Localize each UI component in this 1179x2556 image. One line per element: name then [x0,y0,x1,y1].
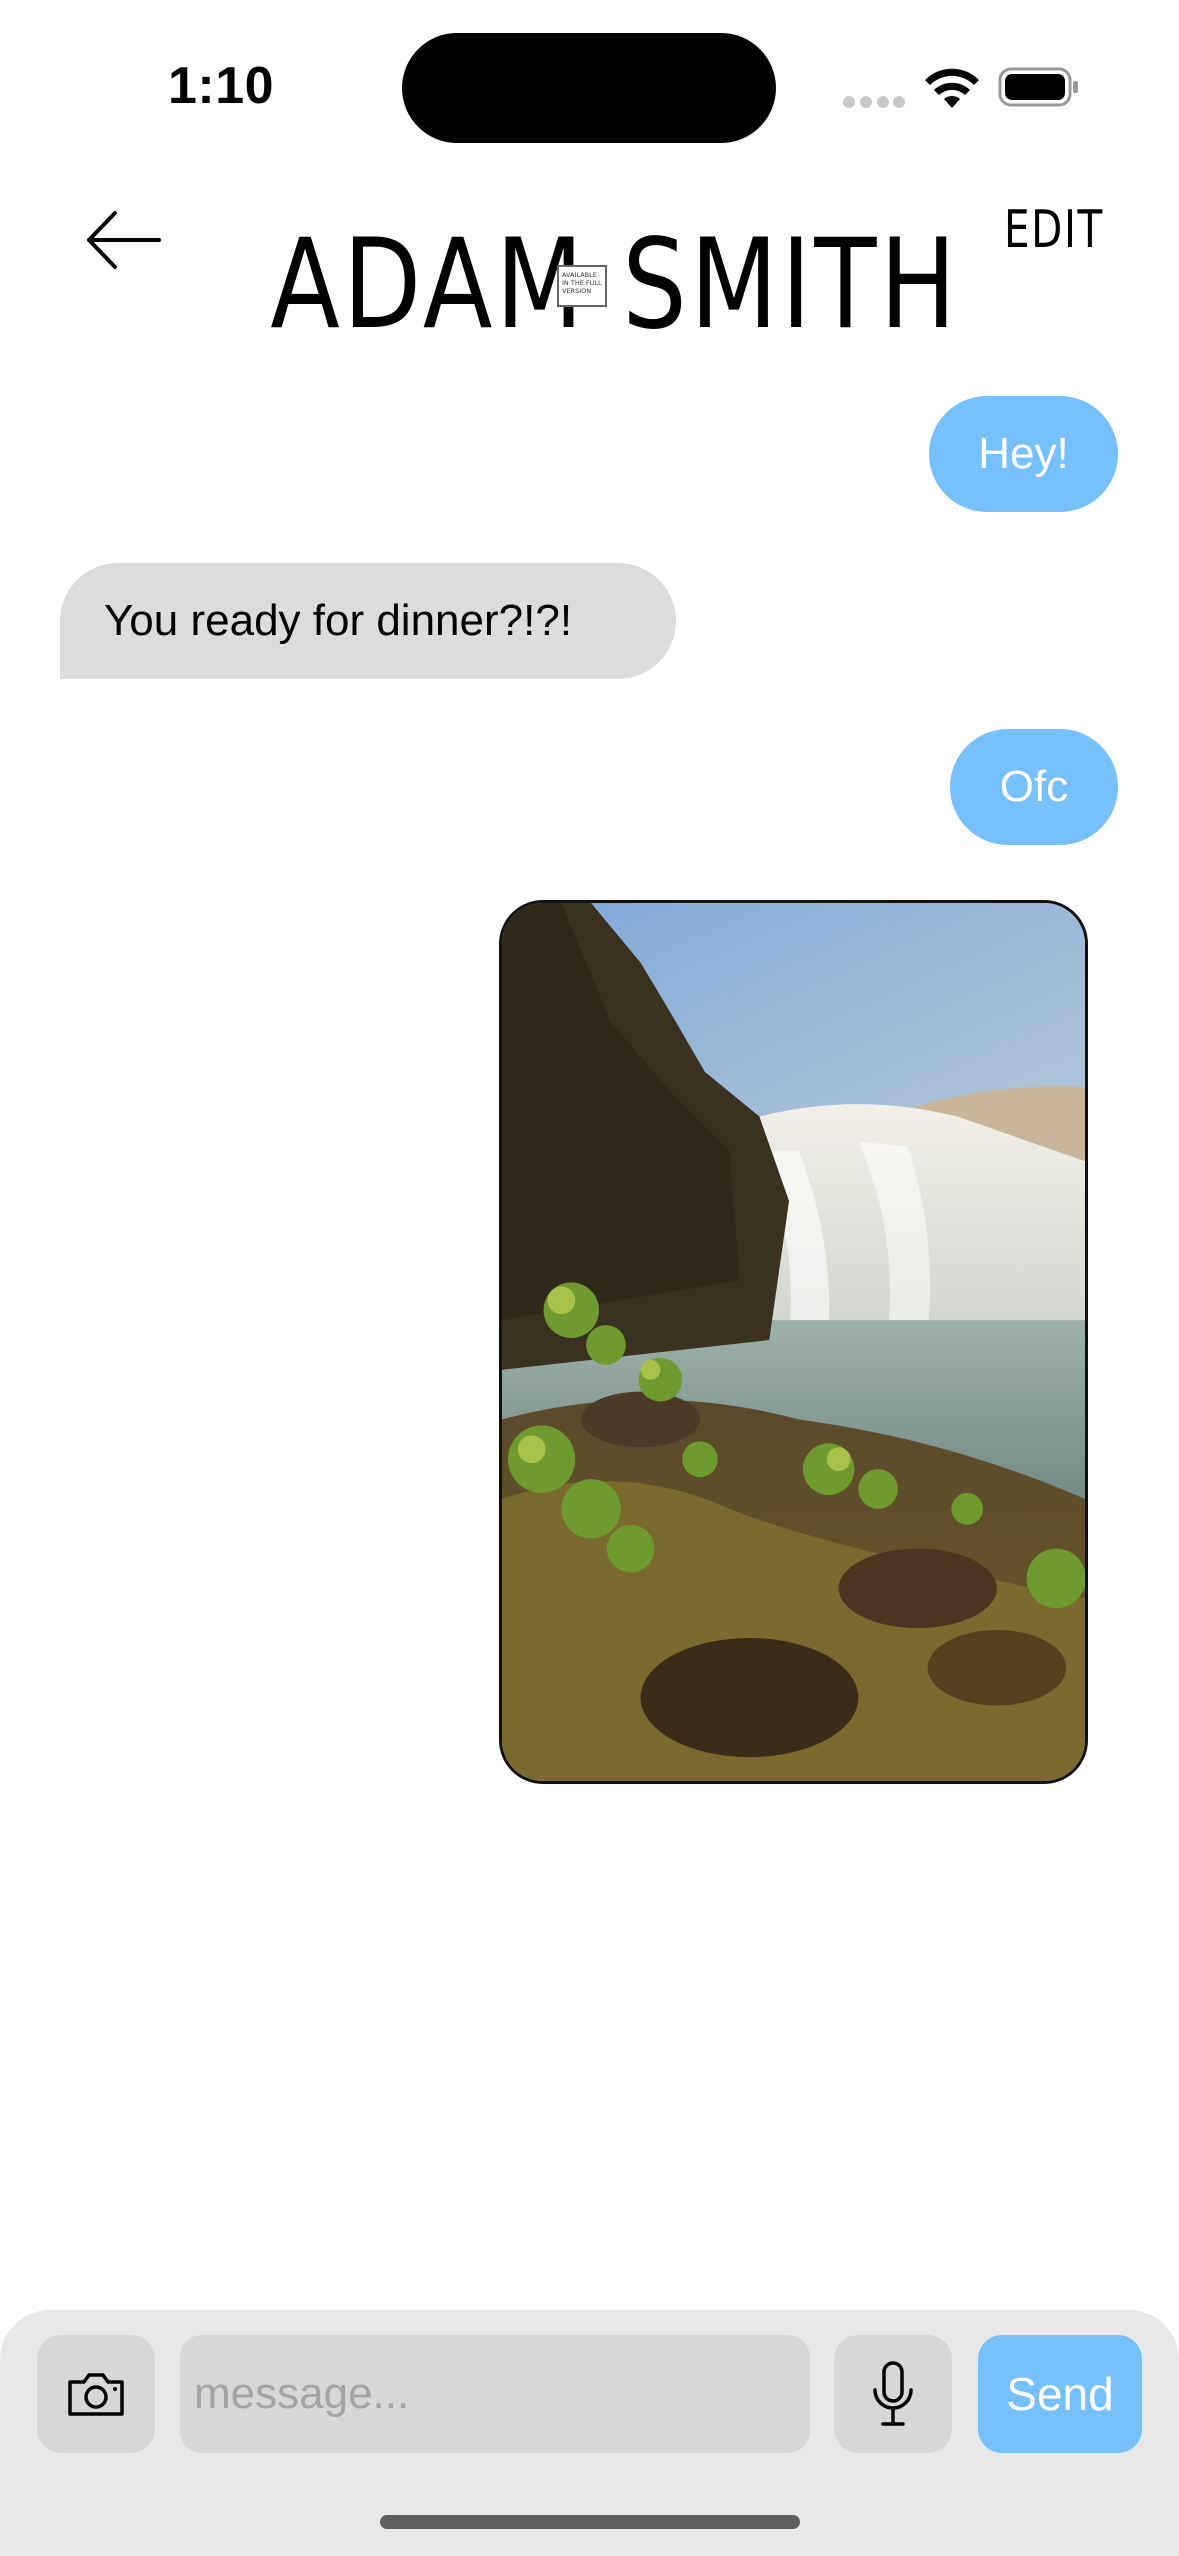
message-bubble-sent[interactable]: Ofc [950,729,1118,845]
microphone-button[interactable] [834,2335,952,2453]
message-input[interactable] [180,2335,810,2453]
message-image-waterfall[interactable] [499,900,1088,1784]
back-button[interactable] [78,200,168,280]
camera-button[interactable] [37,2335,155,2453]
send-button[interactable]: Send [978,2335,1142,2453]
home-indicator [380,2515,800,2529]
battery-icon [998,67,1078,107]
dynamic-island [402,33,776,143]
message-bubble-sent[interactable]: Hey! [929,396,1118,512]
camera-icon [68,2373,124,2416]
full-version-badge: AVAILABLE IN THE FULL VERSION [557,265,607,307]
edit-button[interactable]: EDIT [1004,200,1104,260]
back-arrow-icon [87,211,161,269]
wifi-icon [925,68,979,108]
microphone-icon [873,2361,913,2426]
message-bubble-received[interactable]: You ready for dinner?!?! [60,563,676,679]
status-time: 1:10 [168,57,275,115]
waterfall-photo [502,903,1085,1781]
signal-icon [843,96,905,108]
